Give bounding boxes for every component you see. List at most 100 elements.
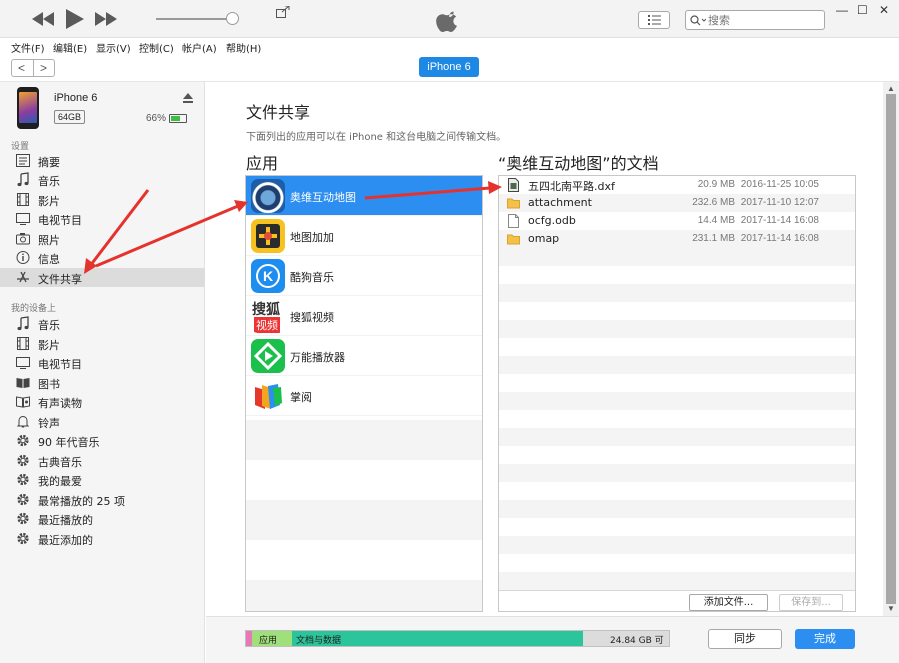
app-row-universal-player[interactable]: 万能播放器 — [246, 336, 482, 376]
gear-icon — [17, 454, 29, 467]
close-button[interactable]: ✕ — [879, 3, 889, 17]
file-icon — [508, 178, 519, 192]
menu-help[interactable]: 帮助(H) — [226, 40, 261, 55]
camera-icon — [16, 233, 30, 245]
film-icon — [17, 337, 29, 350]
miniplayer-icon[interactable] — [276, 6, 290, 18]
scrollbar-thumb[interactable] — [886, 94, 896, 604]
tv-icon — [16, 213, 30, 225]
app-store-icon — [17, 271, 29, 283]
gear-icon — [17, 434, 29, 447]
storage-bar: 应用 文档与数据 24.84 GB 可用 — [245, 630, 670, 647]
app-row-kugou-music[interactable]: K 酷狗音乐 — [246, 256, 482, 296]
document-row[interactable]: ocfg.odb 14.4 MB 2017-11-14 16:08 — [499, 212, 855, 230]
rewind-icon[interactable] — [32, 12, 54, 26]
sidebar-device-books[interactable]: 图书 — [0, 373, 205, 392]
list-icon — [648, 15, 661, 25]
volume-slider[interactable] — [156, 18, 234, 20]
documents-list: 五四北南平路.dxf 20.9 MB 2016-11-25 10:05 atta… — [498, 175, 856, 612]
scroll-up-icon[interactable]: ▲ — [887, 84, 895, 93]
music-note-icon — [17, 172, 29, 187]
gear-icon — [17, 473, 29, 486]
app-row-ireader[interactable]: 掌阅 — [246, 376, 482, 416]
app-row-map-plus[interactable]: 地图加加 — [246, 216, 482, 256]
sidebar-item-file-sharing[interactable]: 文件共享 — [0, 268, 205, 287]
sidebar-item-music[interactable]: 音乐 — [0, 170, 205, 189]
kugou-music-app-icon: K — [251, 259, 285, 293]
sidebar-playlist-top25[interactable]: 最常播放的 25 项 — [0, 490, 205, 509]
menu-bar: 文件(F) 编辑(E) 显示(V) 控制(C) 帐户(A) 帮助(H) — [0, 38, 899, 55]
vertical-scrollbar[interactable]: ▲ ▼ — [883, 82, 899, 616]
sidebar-device-ringtones[interactable]: 铃声 — [0, 412, 205, 431]
search-box[interactable] — [685, 10, 825, 30]
documents-header: “奥维互动地图”的文档 — [498, 154, 659, 173]
sidebar: iPhone 6 64GB 66% 设置 摘要 音乐 影片 电视节目 照片 信息… — [0, 82, 205, 663]
save-to-button[interactable]: 保存到... — [779, 594, 843, 611]
sidebar-playlist-recently-played[interactable]: 最近播放的 — [0, 509, 205, 528]
ireader-app-icon — [251, 379, 285, 413]
my-device-header: 我的设备上 — [11, 304, 57, 314]
apps-header: 应用 — [246, 154, 279, 173]
tv-icon — [16, 357, 30, 369]
forward-button[interactable]: > — [40, 61, 47, 75]
sohu-video-app-icon: 搜狐 视频 — [251, 299, 285, 333]
menu-controls[interactable]: 控制(C) — [139, 40, 174, 55]
search-input[interactable] — [708, 13, 820, 27]
add-file-button[interactable]: 添加文件... — [689, 594, 768, 611]
sidebar-item-photos[interactable]: 照片 — [0, 229, 205, 248]
apple-logo-icon — [436, 11, 457, 32]
menu-account[interactable]: 帐户(A) — [182, 40, 217, 55]
sidebar-item-movies[interactable]: 影片 — [0, 190, 205, 209]
iphone-icon — [17, 87, 39, 129]
menu-edit[interactable]: 编辑(E) — [53, 40, 87, 55]
page-subtitle: 下面列出的应用可以在 iPhone 和这台电脑之间传输文档。 — [246, 132, 507, 143]
page-title: 文件共享 — [246, 103, 311, 122]
map-plus-app-icon — [251, 219, 285, 253]
bottom-bar: 应用 文档与数据 24.84 GB 可用 同步 完成 — [206, 616, 899, 663]
scroll-down-icon[interactable]: ▼ — [887, 604, 895, 613]
sidebar-playlist-90s[interactable]: 90 年代音乐 — [0, 431, 205, 450]
menu-view[interactable]: 显示(V) — [96, 40, 131, 55]
document-row[interactable]: 五四北南平路.dxf 20.9 MB 2016-11-25 10:05 — [499, 176, 855, 194]
menu-file[interactable]: 文件(F) — [11, 40, 45, 55]
sidebar-item-info[interactable]: 信息 — [0, 248, 205, 267]
app-row-sohu-video[interactable]: 搜狐 视频 搜狐视频 — [246, 296, 482, 336]
volume-knob[interactable] — [226, 12, 239, 25]
storage-free-label: 24.84 GB 可用 — [610, 636, 664, 646]
list-view-button[interactable] — [638, 11, 670, 29]
document-row[interactable]: attachment 232.6 MB 2017-11-10 12:07 — [499, 194, 855, 212]
nav-arrows: < > — [11, 59, 55, 77]
gear-icon — [17, 532, 29, 545]
sidebar-playlist-favorites[interactable]: 我的最爱 — [0, 470, 205, 489]
sidebar-playlist-recently-added[interactable]: 最近添加的 — [0, 529, 205, 548]
battery-percent: 66% — [146, 113, 167, 124]
sidebar-device-movies[interactable]: 影片 — [0, 334, 205, 353]
gear-icon — [17, 512, 29, 525]
fast-forward-icon[interactable] — [95, 12, 117, 26]
play-icon[interactable] — [66, 9, 84, 29]
sidebar-device-music[interactable]: 音乐 — [0, 314, 205, 333]
device-name: iPhone 6 — [54, 92, 98, 104]
app-row-ovital-map[interactable]: 奥维互动地图 — [246, 176, 482, 216]
sidebar-item-tv-shows[interactable]: 电视节目 — [0, 209, 205, 228]
done-button[interactable]: 完成 — [795, 629, 855, 649]
storage-apps-label: 应用 — [259, 636, 278, 646]
music-note-icon — [17, 316, 29, 331]
minimize-button[interactable]: — — [836, 3, 848, 17]
document-row[interactable]: omap 231.1 MB 2017-11-14 16:08 — [499, 230, 855, 248]
back-button[interactable]: < — [18, 61, 25, 75]
audiobook-icon — [16, 396, 30, 408]
device-button[interactable]: iPhone 6 — [419, 57, 479, 77]
folder-icon — [507, 234, 520, 245]
sync-button[interactable]: 同步 — [708, 629, 782, 649]
sidebar-device-audiobooks[interactable]: 有声读物 — [0, 392, 205, 411]
sidebar-device-tv-shows[interactable]: 电视节目 — [0, 353, 205, 372]
eject-icon[interactable] — [183, 93, 193, 103]
maximize-button[interactable]: ☐ — [857, 3, 868, 17]
device-row[interactable]: iPhone 6 64GB 66% — [0, 82, 205, 134]
ovital-map-app-icon — [251, 179, 285, 213]
universal-player-app-icon — [251, 339, 285, 373]
film-icon — [17, 193, 29, 206]
sidebar-playlist-classical[interactable]: 古典音乐 — [0, 451, 205, 470]
sidebar-item-summary[interactable]: 摘要 — [0, 151, 205, 170]
